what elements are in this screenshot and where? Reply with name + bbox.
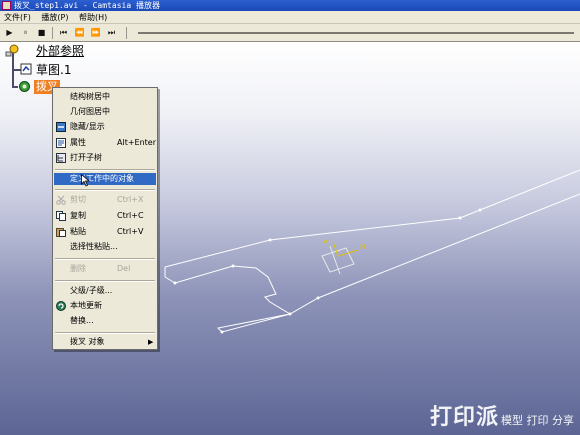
menu-separator [55, 258, 155, 260]
paste-icon [56, 228, 66, 237]
play-icon[interactable]: ▶ [4, 27, 15, 38]
seek-bar[interactable] [138, 32, 574, 34]
app-icon [2, 1, 11, 10]
window-title: 拨叉_step1.avi - Camtasia 播放器 [14, 1, 160, 10]
menu-separator [55, 169, 155, 171]
mouse-cursor-icon [81, 174, 90, 187]
menu-item-cut[interactable]: 剪切 Ctrl+X [54, 194, 156, 206]
sketch-axis-glyph [321, 245, 355, 275]
menu-item-hide-show[interactable]: 隐藏/显示 [54, 121, 156, 133]
watermark-brand: 打印派 [429, 405, 499, 430]
menu-item-replace[interactable]: 替换... [54, 315, 156, 327]
hide-show-icon [56, 122, 66, 132]
menu-item-center-tree[interactable]: 结构树居中 [54, 91, 156, 103]
stop-icon[interactable]: ■ [36, 27, 47, 38]
rewind-icon[interactable]: ⏪ [74, 27, 85, 38]
menu-item-center-graph[interactable]: 几何图居中 [54, 106, 156, 118]
menu-item-define-in-work-object[interactable]: 定义工作中的对象 [54, 173, 156, 185]
menu-separator [55, 332, 155, 334]
menu-item-open-subtree[interactable]: 打开子树 [54, 152, 156, 164]
menu-separator [55, 189, 155, 191]
skip-forward-icon[interactable]: ⏭ [106, 27, 117, 38]
menu-file[interactable]: 文件(F) [0, 11, 35, 24]
menu-item-properties[interactable]: 属性 Alt+Enter [54, 137, 156, 149]
menu-separator [55, 280, 155, 282]
fast-forward-icon[interactable]: ⏩ [90, 27, 101, 38]
menu-bar: 文件(F) 播放(P) 帮助(H) [0, 11, 580, 24]
pause-icon[interactable]: ⏸ [20, 27, 31, 38]
open-subtree-icon [56, 153, 66, 163]
menu-help[interactable]: 帮助(H) [75, 11, 111, 24]
player-toolbar: ▶ ⏸ ■ ⏮ ⏪ ⏩ ⏭ [0, 24, 580, 42]
skip-back-icon[interactable]: ⏮ [58, 27, 69, 38]
axis-v-label: V [323, 238, 328, 246]
menu-item-local-update[interactable]: 本地更新 [54, 300, 156, 312]
toolbar-divider [126, 27, 127, 39]
menu-item-copy[interactable]: 复制 Ctrl+C [54, 210, 156, 222]
menu-item-paste-special[interactable]: 选择性粘贴... [54, 241, 156, 253]
title-bar: 拨叉_step1.avi - Camtasia 播放器 [0, 0, 580, 11]
fork-profile [164, 169, 580, 333]
watermark-text: 模型 打印 分享 [501, 414, 574, 427]
sketch-axis-lines [332, 241, 359, 257]
menu-item-object-submenu[interactable]: 拨叉 对象 ▶ [54, 336, 156, 348]
profile-vertices [173, 208, 482, 334]
menu-item-parents-children[interactable]: 父级/子级... [54, 285, 156, 297]
menu-item-paste[interactable]: 粘贴 Ctrl+V [54, 226, 156, 238]
submenu-arrow-icon: ▶ [148, 338, 154, 346]
menu-item-delete[interactable]: 删除 Del [54, 263, 156, 275]
axis-h-label: H [360, 243, 366, 251]
cut-icon [56, 195, 66, 205]
toolbar-divider [52, 27, 53, 39]
context-menu: 结构树居中 几何图居中 隐藏/显示 属性 Alt+Enter 打开子树 定义工作中… [52, 87, 158, 350]
local-update-icon [56, 301, 66, 311]
properties-icon [56, 138, 66, 148]
watermark: 打印派 模型 打印 分享 [430, 399, 574, 431]
menu-play[interactable]: 播放(P) [37, 11, 72, 24]
copy-icon [56, 211, 66, 221]
